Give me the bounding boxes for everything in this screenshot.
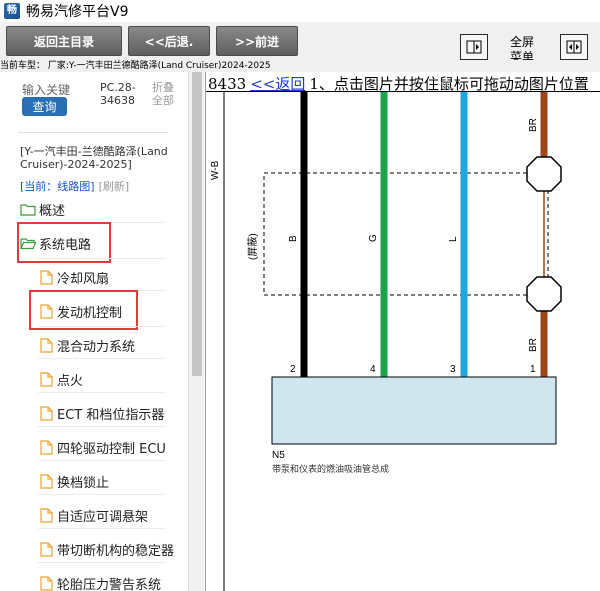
app-window: 畅 畅易汽修平台V9 返回主目录 <<后退. >>前进 全屏 菜单 当前车型： … (0, 0, 600, 591)
window-title: 畅易汽修平台V9 (26, 4, 129, 20)
file-icon (40, 372, 53, 387)
collapse-all-button[interactable]: 折叠全部 (152, 81, 184, 107)
tree-item-label: 四轮驱动控制 ECU (57, 442, 166, 457)
vehicle-name: [Y-一汽丰田-兰德酷路泽(Land Cruiser)-2024-2025] (20, 145, 168, 171)
tree-item-label: 换档锁止 (57, 476, 110, 491)
sidebar-scrollbar[interactable] (188, 72, 204, 591)
tree-item-stabilizer[interactable]: 带切断机构的稳定器 (40, 540, 174, 559)
wire-color-code: B (288, 235, 299, 242)
divider (38, 528, 166, 529)
scrollbar-thumb[interactable] (192, 72, 202, 376)
folder-icon (20, 203, 36, 216)
tree-item-adaptive-suspension[interactable]: 自适应可调悬架 (40, 506, 148, 525)
file-icon (40, 542, 53, 557)
wire-color-code: G (368, 234, 379, 242)
connector-description: 带泵和仪表的燃油吸油管总成 (272, 463, 389, 475)
divider (18, 132, 168, 133)
pin-number: 4 (370, 364, 376, 375)
side-label: W-B (210, 160, 221, 180)
splice-point-top (526, 156, 562, 192)
forward-button[interactable]: >>前进 (216, 26, 298, 56)
tree-item-overview[interactable]: 概述 (20, 200, 65, 219)
divider (38, 358, 166, 359)
connector-body (271, 376, 557, 445)
tree-item-label: 自适应可调悬架 (57, 510, 149, 525)
search-button[interactable]: 查询 (22, 97, 67, 116)
tree-item-label: 概述 (39, 204, 66, 219)
highlight-box (29, 290, 138, 330)
file-icon (40, 474, 53, 489)
wire-color-code: BR (528, 118, 539, 132)
sidebar: 输入关键 查询 PC.28-34638 折叠全部 [Y-一汽丰田-兰德酷路泽(L… (0, 72, 188, 591)
tree-item-label: 混合动力系统 (57, 340, 136, 355)
diagram-panel[interactable]: 8433<<返回1、点击图片并按住鼠标可拖动动图片位置 W-B (屏蔽) B2B… (205, 72, 600, 591)
tree-item-label: ECT 和档位指示器 (57, 408, 165, 423)
file-icon (40, 270, 53, 285)
pin-number: 1 (530, 364, 536, 375)
divider (38, 562, 166, 563)
file-icon (40, 440, 53, 455)
pin-number: 3 (450, 364, 456, 375)
wiring-diagram[interactable]: W-B (屏蔽) B2BLPWG4BLPVL3BLPUBRBR1BLPE N5 … (206, 72, 600, 591)
tree-item-4wd-ecu[interactable]: 四轮驱动控制 ECU (40, 438, 166, 457)
back-button[interactable]: <<后退. (128, 26, 210, 56)
keyword-input[interactable]: 输入关键 (22, 81, 70, 98)
refresh-link[interactable]: [刷新] (99, 180, 130, 193)
wire-color-code: BR (528, 338, 539, 352)
divider (38, 494, 166, 495)
wires-group: B2BLPWG4BLPVL3BLPUBRBR1BLPE (288, 92, 562, 395)
file-icon (40, 508, 53, 523)
tree-item-tire-pressure[interactable]: 轮胎压力警告系统 (40, 574, 161, 591)
pin-number: 2 (290, 364, 296, 375)
divider (38, 392, 166, 393)
fullscreen-icon (566, 40, 582, 54)
title-bar: 畅 畅易汽修平台V9 (0, 0, 600, 22)
tree-item-label: 冷却风扇 (57, 272, 110, 287)
file-icon (40, 576, 53, 591)
app-logo-icon: 畅 (4, 3, 20, 19)
current-location: [当前：线路图] [刷新] (20, 178, 129, 194)
current-vehicle-line: 当前车型： 厂家:Y-一汽丰田兰德酷路泽(Land Cruiser)2024-2… (0, 60, 600, 72)
full-menu-line1: 全屏 (509, 35, 534, 49)
current-view-label: [当前：线路图] (20, 180, 95, 193)
divider (38, 326, 166, 327)
highlight-box (17, 222, 111, 263)
splice-point-bottom (526, 276, 562, 312)
wire-color-code: L (448, 236, 459, 242)
divider (38, 460, 166, 461)
tree-item-hybrid-system[interactable]: 混合动力系统 (40, 336, 135, 355)
tree-item-cooling-fan[interactable]: 冷却风扇 (40, 268, 109, 287)
fullscreen-button[interactable] (560, 34, 588, 60)
file-icon (40, 338, 53, 353)
tree-item-ignition[interactable]: 点火 (40, 370, 83, 389)
shield-label: (屏蔽) (247, 233, 259, 260)
file-icon (40, 406, 53, 421)
divider (38, 426, 166, 427)
collapse-panel-button[interactable] (460, 34, 488, 60)
tree-item-shift-lock[interactable]: 换档锁止 (40, 472, 109, 491)
toolbar: 返回主目录 <<后退. >>前进 全屏 菜单 (0, 22, 600, 64)
divider (38, 258, 166, 259)
tree-item-label: 点火 (57, 374, 84, 389)
panel-toggle-icon (466, 40, 482, 54)
tree-item-label: 轮胎压力警告系统 (57, 578, 162, 591)
tree-item-label: 带切断机构的稳定器 (57, 544, 175, 559)
tree-item-ect[interactable]: ECT 和档位指示器 (40, 404, 164, 423)
pc-code: PC.28-34638 (100, 81, 136, 107)
connector-name: N5 (272, 450, 285, 461)
home-button[interactable]: 返回主目录 (6, 26, 122, 56)
